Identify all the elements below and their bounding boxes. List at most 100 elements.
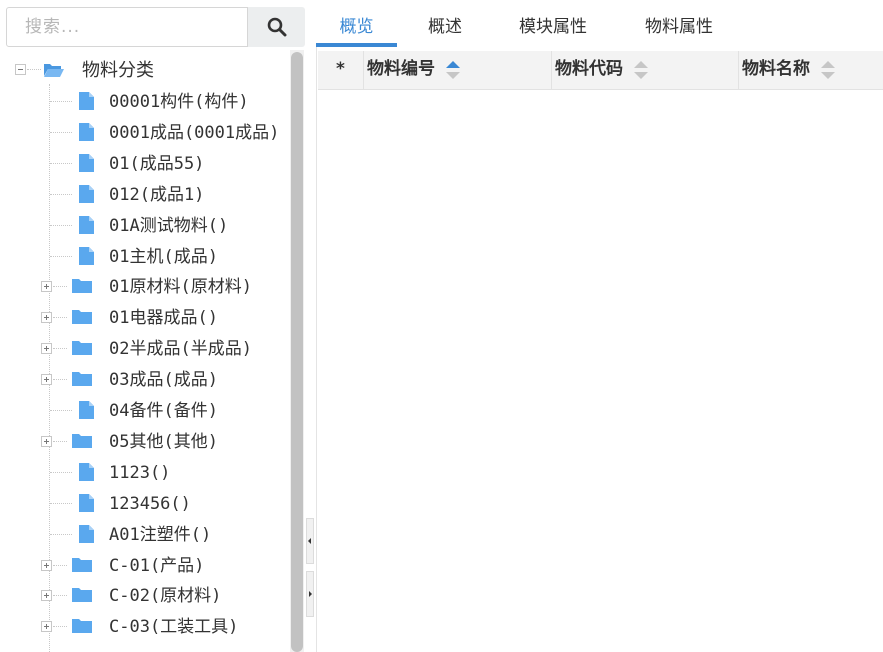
expand-icon[interactable] [41, 312, 52, 323]
search-input[interactable] [23, 8, 247, 46]
folder-icon [72, 434, 92, 448]
search-button[interactable] [248, 7, 305, 47]
file-icon [79, 92, 94, 110]
tree-leaf-node[interactable]: 01主机(成品) [0, 245, 290, 275]
tree-node-label: 01主机(成品) [109, 247, 218, 267]
tree-folder-node[interactable]: 01电器成品() [0, 306, 290, 336]
triangle-left-icon [308, 538, 311, 544]
tree-folder-node[interactable]: 03成品(成品) [0, 368, 290, 398]
tree-connector [53, 286, 67, 287]
tree-node-label: 02半成品(半成品) [109, 339, 252, 359]
column-label: 物料名称 [742, 59, 810, 79]
tree-node-label: 00001构件(构件) [109, 92, 249, 112]
tree-leaf-node[interactable]: A01注塑件() [0, 523, 290, 553]
content-border [316, 46, 317, 652]
tree-folder-node[interactable]: 01原材料(原材料) [0, 275, 290, 305]
tree-leaf-node[interactable]: 123456() [0, 492, 290, 522]
tree-connector [50, 472, 72, 473]
folder-icon [72, 619, 92, 633]
tree-node-label: 01原材料(原材料) [109, 277, 252, 297]
tree-connector [50, 503, 72, 504]
category-tree: 物料分类 00001构件(构件) 0001成品(0001成品) 01(成品55) 01… [0, 56, 290, 652]
column-separator[interactable] [551, 51, 552, 89]
tree-connector [53, 348, 67, 349]
column-separator[interactable] [363, 51, 364, 89]
column-header-material-code[interactable]: 物料代码 [555, 51, 623, 89]
column-header-material-number[interactable]: 物料编号 [367, 51, 435, 89]
file-icon [79, 185, 94, 203]
tree-connector [50, 534, 72, 535]
file-icon [79, 216, 94, 234]
search-icon [267, 17, 286, 37]
tree-connector [50, 163, 72, 164]
folder-open-icon [44, 64, 64, 77]
tab-summary[interactable]: 概述 [406, 8, 484, 46]
tree-leaf-node[interactable]: 00001构件(构件) [0, 90, 290, 120]
file-icon [79, 123, 94, 141]
expand-icon[interactable] [41, 343, 52, 354]
folder-icon [72, 588, 92, 602]
tab-overview[interactable]: 概览 [316, 8, 397, 46]
folder-icon [72, 310, 92, 324]
tree-leaf-node[interactable]: 01A测试物料() [0, 214, 290, 244]
tree-node-label: 123456() [109, 494, 191, 514]
folder-icon [72, 341, 92, 355]
tab-module-properties[interactable]: 模块属性 [502, 8, 604, 46]
sort-icon[interactable] [633, 59, 649, 81]
tree-node-label: 04备件(备件) [109, 401, 218, 421]
tree-connector [50, 256, 72, 257]
tree-folder-node[interactable]: C-01(产品) [0, 554, 290, 584]
tree-node-label: 0001成品(0001成品) [109, 123, 280, 143]
tree-node-label: 1123() [109, 463, 171, 483]
collapse-left-handle[interactable] [306, 518, 314, 564]
tree-leaf-node[interactable]: 1123() [0, 461, 290, 491]
sort-icon[interactable] [820, 59, 836, 81]
tree-connector [53, 317, 67, 318]
category-panel: 物料分类 00001构件(构件) 0001成品(0001成品) 01(成品55) 01… [0, 0, 306, 652]
file-icon [79, 463, 94, 481]
column-label: 物料编号 [367, 59, 435, 79]
tree-root[interactable]: 物料分类 [0, 58, 290, 88]
tree-connector [50, 410, 72, 411]
expand-icon[interactable] [41, 621, 52, 632]
tree-connector [50, 194, 72, 195]
tree-leaf-node[interactable]: 01(成品55) [0, 152, 290, 182]
active-tab-indicator [316, 43, 397, 47]
tree-leaf-node[interactable]: 04备件(备件) [0, 399, 290, 429]
tree-node-label: 012(成品1) [109, 185, 205, 205]
tree-connector [50, 225, 72, 226]
expand-icon[interactable] [41, 281, 52, 292]
tree-node-label: 03成品(成品) [109, 370, 218, 390]
tree-connector [50, 101, 72, 102]
expand-right-handle[interactable] [306, 571, 314, 617]
tree-scrollbar-thumb[interactable] [291, 52, 303, 652]
expand-icon[interactable] [41, 374, 52, 385]
tab-material-properties[interactable]: 物料属性 [628, 8, 730, 46]
tree-folder-node[interactable]: 05其他(其他) [0, 430, 290, 460]
tree-folder-node[interactable]: C-02(原材料) [0, 584, 290, 614]
tree-connector [53, 565, 67, 566]
tree-folder-node[interactable]: 02半成品(半成品) [0, 337, 290, 367]
file-icon [79, 525, 94, 543]
expand-icon[interactable] [41, 436, 52, 447]
tree-node-label: 01(成品55) [109, 154, 205, 174]
tree-folder-node[interactable]: C-03(工装工具) [0, 615, 290, 645]
tree-connector [50, 132, 72, 133]
tree-node-label: 05其他(其他) [109, 432, 218, 452]
file-icon [79, 247, 94, 265]
tree-node-label: C-02(原材料) [109, 586, 222, 606]
expand-icon[interactable] [41, 590, 52, 601]
folder-icon [72, 558, 92, 572]
column-separator[interactable] [738, 51, 739, 89]
tree-node-label: 01电器成品() [109, 308, 218, 328]
expand-icon[interactable] [41, 560, 52, 571]
tree-node-label: C-03(工装工具) [109, 617, 239, 637]
tree-root-label: 物料分类 [82, 60, 154, 81]
triangle-right-icon [309, 591, 312, 597]
tree-leaf-node[interactable]: 012(成品1) [0, 183, 290, 213]
sort-ascending-icon[interactable] [445, 59, 461, 81]
row-marker-header: * [336, 59, 345, 79]
tree-leaf-node[interactable]: 0001成品(0001成品) [0, 121, 290, 151]
collapse-icon[interactable] [15, 64, 26, 75]
column-header-material-name[interactable]: 物料名称 [742, 51, 810, 89]
